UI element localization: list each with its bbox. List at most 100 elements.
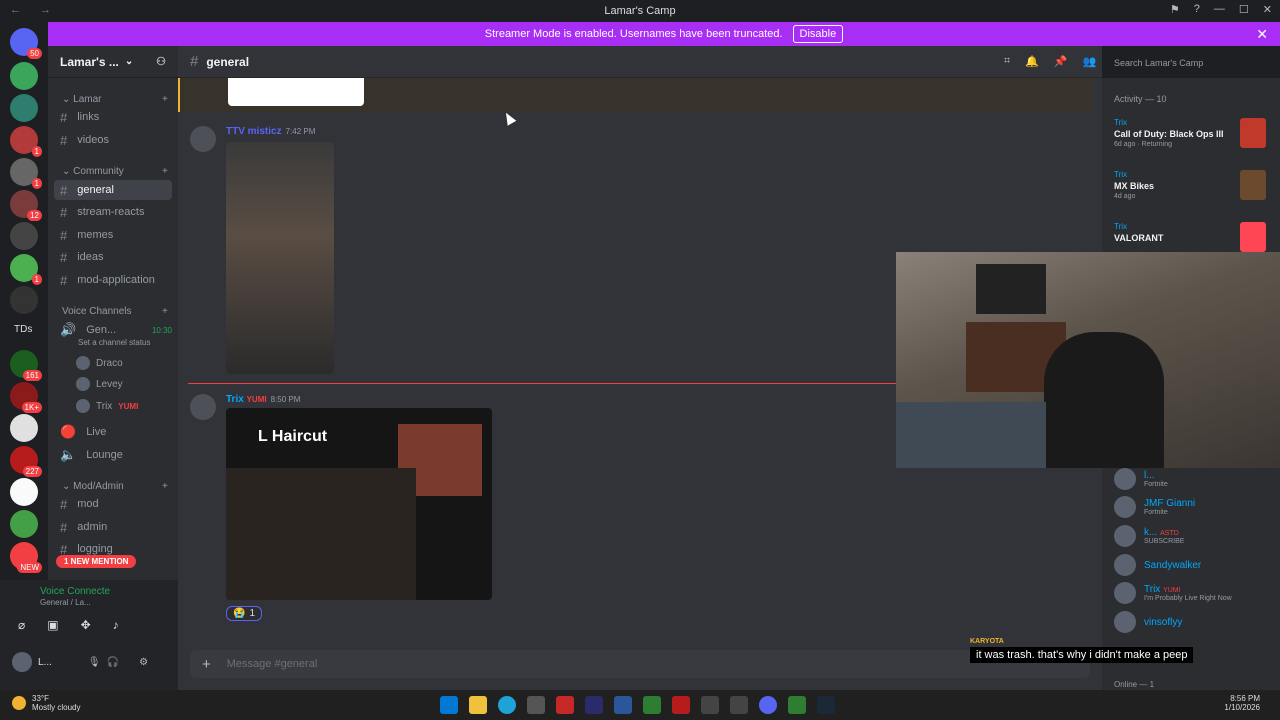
home-button[interactable]: 50 bbox=[10, 28, 42, 59]
voice-channel-live[interactable]: 🔴 Live bbox=[54, 422, 172, 442]
server-header[interactable]: Lamar's ... ⌄ ⚇ bbox=[48, 46, 178, 78]
avatar[interactable] bbox=[190, 126, 216, 152]
reaction-button[interactable]: 😭 1 bbox=[226, 606, 263, 621]
category-voice[interactable]: Voice Channels + bbox=[62, 306, 168, 317]
disable-streamer-button[interactable]: Disable bbox=[792, 25, 844, 43]
server-folder-label[interactable]: TDs bbox=[14, 324, 32, 335]
premiere-icon[interactable] bbox=[585, 696, 603, 714]
avatar[interactable] bbox=[190, 394, 216, 420]
server-icon[interactable]: 1 bbox=[10, 254, 42, 285]
message-attachment[interactable] bbox=[228, 78, 364, 106]
add-channel-icon[interactable]: + bbox=[162, 166, 168, 177]
edge-icon[interactable] bbox=[498, 696, 516, 714]
app-icon[interactable] bbox=[672, 696, 690, 714]
add-attachment-icon[interactable]: + bbox=[202, 656, 211, 673]
server-icon[interactable] bbox=[10, 478, 38, 506]
message-image[interactable]: L Haircut bbox=[226, 408, 492, 600]
close-banner-icon[interactable]: ✕ bbox=[1256, 26, 1268, 43]
channel-status[interactable]: Set a channel status bbox=[78, 338, 151, 347]
pin-icon[interactable]: 📌 bbox=[1054, 55, 1068, 68]
voice-channel-path[interactable]: General / La... bbox=[40, 598, 91, 607]
member-row[interactable]: k... ASTD SUBSCRIBE bbox=[1114, 525, 1184, 547]
start-icon[interactable] bbox=[440, 696, 458, 714]
category-lamar[interactable]: ⌄ Lamar + bbox=[62, 94, 168, 105]
app-icon[interactable] bbox=[643, 696, 661, 714]
highlighted-message[interactable] bbox=[178, 78, 1092, 112]
composer-placeholder[interactable]: Message #general bbox=[227, 658, 318, 670]
message-author[interactable]: Trix YUMI 8:50 PM bbox=[226, 394, 300, 405]
members-icon[interactable]: 👥 bbox=[1083, 55, 1097, 68]
server-icon[interactable] bbox=[10, 414, 38, 442]
member-row[interactable]: l... Fortnite bbox=[1114, 468, 1168, 490]
channel-videos[interactable]: # videos bbox=[54, 130, 172, 150]
voice-channel-lounge[interactable]: 🔈 Lounge bbox=[54, 445, 172, 465]
author-name[interactable]: TTV misticz bbox=[226, 126, 282, 137]
weather-widget[interactable]: 33°F Mostly cloudy bbox=[12, 694, 80, 712]
activity-item[interactable]: Trix VALORANT bbox=[1114, 222, 1274, 252]
message-image[interactable] bbox=[226, 142, 334, 374]
app-icon[interactable] bbox=[701, 696, 719, 714]
channel-admin[interactable]: # admin bbox=[54, 517, 172, 537]
channel-general[interactable]: # general bbox=[54, 180, 172, 200]
server-icon[interactable]: 1 bbox=[10, 126, 42, 157]
server-icon[interactable]: 1 bbox=[10, 158, 42, 189]
soundboard-icon[interactable]: ♪ bbox=[113, 618, 119, 632]
server-icon[interactable]: 161 bbox=[10, 350, 42, 381]
store-icon[interactable] bbox=[527, 696, 545, 714]
server-icon[interactable]: 1K+ bbox=[10, 382, 42, 413]
steam-icon[interactable] bbox=[817, 696, 835, 714]
screen-share-icon[interactable]: ▣ bbox=[47, 618, 58, 632]
invite-icon[interactable]: ⚇ bbox=[156, 55, 166, 68]
activity-item[interactable]: Trix Call of Duty: Black Ops III 6d ago … bbox=[1114, 118, 1274, 148]
voice-channel-general[interactable]: 🔊 Gen... 10:30 bbox=[54, 320, 172, 340]
channel-ideas[interactable]: # ideas bbox=[54, 247, 172, 267]
server-icon[interactable] bbox=[10, 510, 38, 538]
help-icon[interactable]: ? bbox=[1194, 3, 1200, 16]
new-server-icon[interactable]: NEW bbox=[10, 542, 42, 573]
message-composer[interactable]: + Message #general bbox=[190, 650, 1090, 678]
system-clock[interactable]: 8:56 PM 1/10/2026 bbox=[1224, 694, 1260, 712]
add-channel-icon[interactable]: + bbox=[162, 306, 168, 317]
close-window-button[interactable]: ✕ bbox=[1263, 3, 1272, 16]
headphones-icon[interactable]: 🎧 bbox=[107, 657, 119, 668]
voice-user[interactable]: Trix YUMI bbox=[76, 399, 138, 413]
voice-user[interactable]: Levey bbox=[76, 377, 123, 391]
discord-icon[interactable] bbox=[759, 696, 777, 714]
channel-stream-reacts[interactable]: # stream-reacts bbox=[54, 202, 172, 222]
app-icon[interactable] bbox=[788, 696, 806, 714]
category-community[interactable]: ⌄ Community + bbox=[62, 166, 168, 177]
server-icon[interactable]: 12 bbox=[10, 190, 42, 221]
activities-icon[interactable]: ✥ bbox=[81, 618, 91, 632]
minimize-button[interactable]: — bbox=[1214, 3, 1225, 16]
voice-status[interactable]: Voice Connecte bbox=[40, 586, 110, 597]
search-input[interactable]: Search Lamar's Camp bbox=[1108, 54, 1272, 72]
new-mention-pill[interactable]: 1 NEW MENTION bbox=[56, 555, 137, 568]
microphone-icon[interactable]: 🎙 bbox=[88, 657, 101, 668]
camera-off-icon[interactable]: ⌀ bbox=[18, 618, 25, 632]
message-author[interactable]: TTV misticz 7:42 PM bbox=[226, 126, 315, 137]
user-panel[interactable]: L... 🎙 🎧 ⚙ bbox=[12, 652, 148, 672]
add-channel-icon[interactable]: + bbox=[162, 481, 168, 492]
app-icon[interactable] bbox=[730, 696, 748, 714]
bell-icon[interactable]: 🔔 bbox=[1025, 55, 1039, 68]
server-icon[interactable] bbox=[10, 94, 38, 122]
activity-item[interactable]: Trix MX Bikes 4d ago bbox=[1114, 170, 1274, 200]
voice-user[interactable]: Draco bbox=[76, 356, 123, 370]
gear-icon[interactable]: ⚙ bbox=[139, 657, 148, 668]
server-icon[interactable] bbox=[10, 62, 38, 90]
inbox-icon[interactable]: ⚑ bbox=[1170, 3, 1180, 16]
server-icon[interactable]: 227 bbox=[10, 446, 42, 477]
channel-links[interactable]: # links bbox=[54, 107, 172, 127]
channel-memes[interactable]: # memes bbox=[54, 225, 172, 245]
member-row[interactable]: Sandywalker bbox=[1114, 554, 1201, 576]
category-mod[interactable]: ⌄ Mod/Admin + bbox=[62, 481, 168, 492]
server-icon[interactable] bbox=[10, 286, 38, 314]
add-channel-icon[interactable]: + bbox=[162, 94, 168, 105]
channel-mod-application[interactable]: # mod-application bbox=[54, 270, 172, 290]
channel-mod[interactable]: # mod bbox=[54, 494, 172, 514]
server-icon[interactable] bbox=[10, 222, 38, 250]
member-row[interactable]: vinsoflyy bbox=[1114, 611, 1182, 633]
file-explorer-icon[interactable] bbox=[469, 696, 487, 714]
threads-icon[interactable]: ⌗ bbox=[1004, 55, 1010, 68]
app-icon[interactable] bbox=[556, 696, 574, 714]
